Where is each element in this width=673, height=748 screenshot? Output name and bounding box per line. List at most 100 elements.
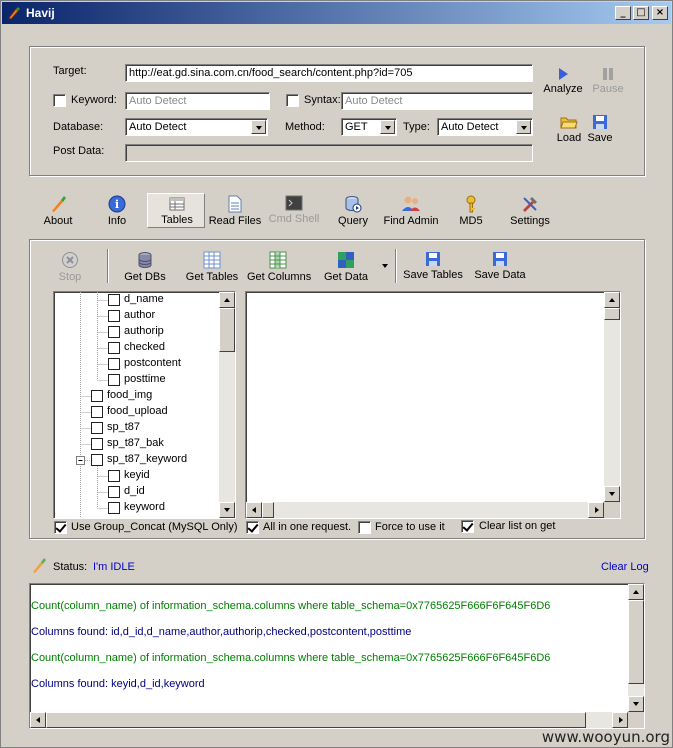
tab-md5[interactable]: MD5: [455, 195, 487, 227]
scrollbar-thumb[interactable]: [46, 712, 586, 728]
toolbar-separator: [107, 249, 109, 283]
save-label: Save: [587, 132, 613, 144]
method-label: Method:: [285, 121, 325, 133]
scrollbar-thumb[interactable]: [219, 308, 235, 352]
pause-button[interactable]: Pause: [589, 67, 627, 95]
pause-label: Pause: [592, 83, 624, 95]
scroll-up-arrow-icon[interactable]: [219, 292, 235, 308]
database-value: Auto Detect: [129, 121, 187, 133]
save-data-button[interactable]: Save Data: [473, 251, 527, 281]
scroll-up-arrow-icon[interactable]: [604, 292, 620, 308]
tab-tables[interactable]: Tables: [151, 196, 203, 226]
tree-view[interactable]: d_name author authorip checked postconte…: [53, 291, 236, 519]
keyword-input[interactable]: Auto Detect: [125, 92, 270, 110]
chevron-down-icon[interactable]: [380, 120, 395, 134]
grid-horizontal-scrollbar[interactable]: [246, 502, 604, 518]
force-label: Force to use it: [375, 521, 445, 533]
scrollbar-thumb[interactable]: [628, 600, 644, 684]
minimize-button[interactable]: _: [615, 6, 631, 20]
clear-list-checkbox[interactable]: [461, 520, 474, 533]
syntax-checkbox[interactable]: [286, 94, 299, 107]
group-concat-label: Use Group_Concat (MySQL Only): [71, 521, 238, 533]
tab-read-files[interactable]: Read Files: [208, 195, 262, 227]
keyword-checkbox[interactable]: [53, 94, 66, 107]
log-vertical-scrollbar[interactable]: [628, 584, 644, 712]
get-data-button[interactable]: Get Data: [323, 251, 369, 283]
database-select[interactable]: Auto Detect: [125, 118, 268, 136]
clear-list-label: Clear list on get: [479, 520, 556, 532]
info-icon: i: [108, 195, 126, 213]
tree-vertical-scrollbar[interactable]: [219, 292, 235, 518]
close-button[interactable]: ×: [652, 6, 668, 20]
type-label: Type:: [403, 121, 430, 133]
save-button[interactable]: Save: [585, 114, 615, 144]
tab-label: About: [43, 215, 73, 227]
tab-about[interactable]: About: [39, 195, 77, 227]
log-line: Columns found: id,d_id,d_name,author,aut…: [31, 626, 412, 638]
stop-button[interactable]: Stop: [55, 251, 85, 283]
carrot-icon: [33, 558, 46, 573]
grid-vertical-scrollbar[interactable]: [604, 292, 620, 502]
scroll-up-arrow-icon[interactable]: [628, 584, 644, 600]
syntax-input[interactable]: Auto Detect: [341, 92, 533, 110]
get-columns-label: Get Columns: [247, 271, 312, 283]
title-bar[interactable]: Havij _ □ ×: [2, 2, 671, 24]
get-dbs-button[interactable]: Get DBs: [123, 251, 167, 283]
group-concat-checkbox[interactable]: [54, 521, 67, 534]
table-icon: [169, 197, 185, 211]
tools-icon: [523, 197, 537, 212]
analyze-button[interactable]: Analyze: [541, 67, 585, 95]
floppy-icon: [426, 252, 440, 266]
target-label: Target:: [53, 65, 87, 77]
load-label: Load: [556, 132, 582, 144]
tab-cmd-shell[interactable]: Cmd Shell: [268, 195, 320, 225]
chevron-down-icon[interactable]: [516, 120, 531, 134]
tab-label: Read Files: [208, 215, 262, 227]
get-tables-button[interactable]: Get Tables: [185, 251, 239, 283]
tab-label: Cmd Shell: [268, 213, 320, 225]
method-value: GET: [345, 121, 368, 133]
tab-info[interactable]: i Info: [101, 195, 133, 227]
load-button[interactable]: Load: [554, 114, 584, 144]
scroll-left-arrow-icon[interactable]: [30, 712, 46, 728]
chevron-down-icon[interactable]: [381, 263, 389, 269]
target-url-input[interactable]: http://eat.gd.sina.com.cn/food_search/co…: [125, 64, 533, 82]
carrot-icon: [52, 196, 66, 212]
scroll-right-arrow-icon[interactable]: [612, 712, 628, 728]
type-value: Auto Detect: [441, 121, 499, 133]
save-tables-label: Save Tables: [403, 269, 463, 281]
svg-text:i: i: [115, 198, 119, 211]
data-grid[interactable]: [245, 291, 621, 519]
maximize-button[interactable]: □: [633, 6, 649, 20]
scrollbar-thumb[interactable]: [262, 502, 274, 518]
post-data-label: Post Data:: [53, 145, 105, 157]
scrollbar-thumb[interactable]: [604, 308, 620, 320]
chevron-down-icon[interactable]: [251, 120, 266, 134]
scroll-down-arrow-icon[interactable]: [219, 502, 235, 518]
key-icon: [466, 195, 476, 213]
log-horizontal-scrollbar[interactable]: [30, 712, 628, 728]
save-tables-button[interactable]: Save Tables: [403, 251, 463, 281]
tab-settings[interactable]: Settings: [507, 195, 553, 227]
havij-window: Havij _ □ × Target: http://eat.gd.sina.c…: [0, 0, 673, 748]
clear-log-link[interactable]: Clear Log: [601, 561, 649, 573]
get-columns-button[interactable]: Get Columns: [247, 251, 312, 283]
force-checkbox[interactable]: [358, 521, 371, 534]
scroll-down-arrow-icon[interactable]: [604, 486, 620, 502]
tab-query[interactable]: Query: [335, 195, 371, 227]
save-data-label: Save Data: [474, 269, 526, 281]
tab-label: MD5: [459, 215, 483, 227]
collapse-toggle[interactable]: [76, 456, 85, 465]
terminal-icon: [285, 195, 303, 211]
scroll-left-arrow-icon[interactable]: [246, 502, 262, 518]
pause-icon: [603, 68, 613, 80]
stop-icon: [62, 252, 78, 268]
scroll-down-arrow-icon[interactable]: [628, 696, 644, 712]
type-select[interactable]: Auto Detect: [437, 118, 533, 136]
havij-app-icon: [8, 7, 20, 20]
all-in-one-checkbox[interactable]: [246, 521, 259, 534]
method-select[interactable]: GET: [341, 118, 397, 136]
scroll-right-arrow-icon[interactable]: [588, 502, 604, 518]
post-data-input[interactable]: [125, 144, 533, 162]
tab-find-admin[interactable]: Find Admin: [383, 195, 439, 227]
